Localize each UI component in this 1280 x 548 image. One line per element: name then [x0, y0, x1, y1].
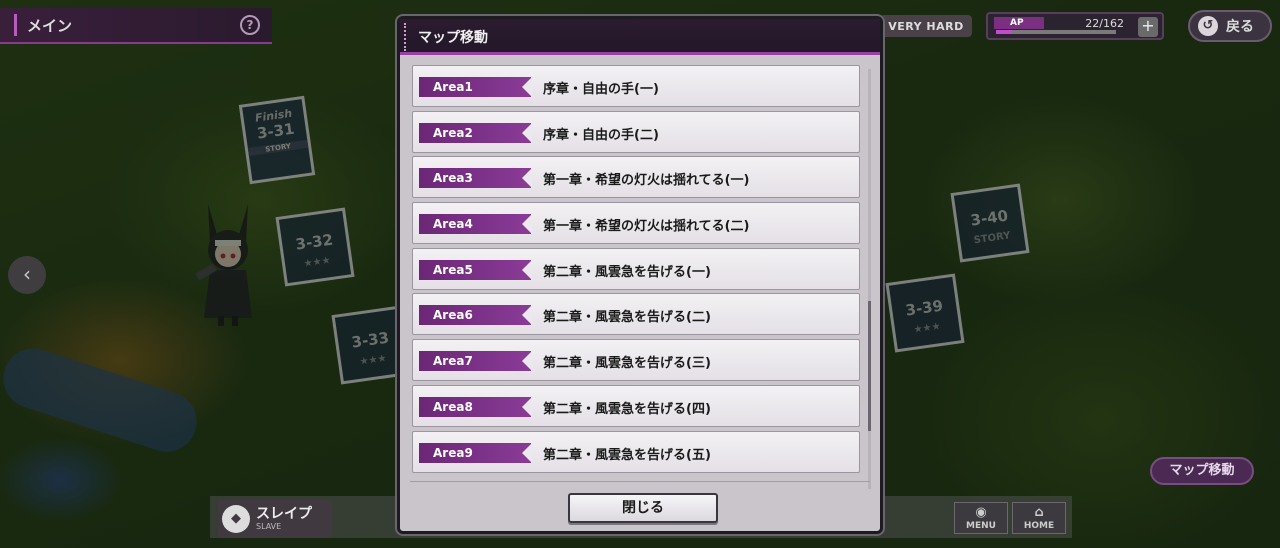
area-row[interactable]: Area6 第二章・風雲急を告げる(二)	[412, 293, 860, 336]
help-icon[interactable]: ?	[240, 15, 260, 35]
area-name: 第一章・希望の灯火は揺れてる(一)	[543, 173, 750, 189]
ap-plus-button[interactable]: +	[1138, 17, 1158, 37]
close-button[interactable]: 閉じる	[568, 493, 718, 523]
area-name: 第二章・風雲急を告げる(二)	[543, 310, 711, 326]
dialog-title: マップ移動	[418, 30, 488, 46]
area-row[interactable]: Area9 第二章・風雲急を告げる(五)	[412, 430, 860, 473]
ap-label: AP	[994, 17, 1044, 29]
map-move-button[interactable]: マップ移動	[1150, 457, 1254, 485]
area-row[interactable]: Area7 第二章・風雲急を告げる(三)	[412, 339, 860, 382]
back-arrow-icon: ↺	[1198, 16, 1218, 36]
home-button[interactable]: ⌂ HOME	[1012, 502, 1066, 534]
divider	[410, 481, 870, 482]
area-name: 第二章・風雲急を告げる(五)	[543, 447, 711, 463]
area-name: 第一章・希望の灯火は揺れてる(二)	[543, 219, 750, 235]
area-row[interactable]: Area4 第一章・希望の灯火は揺れてる(二)	[412, 202, 860, 245]
menu-button[interactable]: ◉ MENU	[954, 502, 1008, 534]
map-move-dialog: マップ移動 Area1 序章・自由の手(一) Area2 序章・自由の手(二) Area…	[397, 16, 883, 534]
area-tag: Area7	[419, 351, 532, 372]
header-accent	[14, 14, 17, 36]
area-row[interactable]: Area8 第二章・風雲急を告げる(四)	[412, 384, 860, 427]
area-tag: Area4	[419, 214, 532, 235]
chevron-left-icon[interactable]: ‹	[8, 256, 46, 294]
area-name: 第二章・風雲急を告げる(一)	[543, 264, 711, 280]
area-row[interactable]: Area3 第一章・希望の灯火は揺れてる(一)	[412, 156, 860, 199]
menu-label: MENU	[966, 521, 996, 531]
area-name: 序章・自由の手(一)	[543, 82, 659, 97]
difficulty-badge: VERY HARD	[880, 15, 972, 37]
ap-bar-fill	[996, 30, 1013, 34]
area-tag: Area9	[419, 442, 532, 463]
back-button[interactable]: ↺ 戻る	[1188, 10, 1272, 42]
area-tag: Area6	[419, 305, 532, 326]
area-list: Area1 序章・自由の手(一) Area2 序章・自由の手(二) Area3 第一章・希…	[412, 65, 866, 493]
area-name: 序章・自由の手(二)	[543, 127, 659, 143]
scrollbar[interactable]	[868, 69, 871, 489]
area-name: 第二章・風雲急を告げる(四)	[543, 401, 711, 417]
ap-bar	[996, 30, 1116, 34]
back-label: 戻る	[1226, 19, 1254, 35]
shield-icon: ◆	[222, 505, 250, 533]
area-row[interactable]: Area1 序章・自由の手(一)	[412, 65, 860, 107]
area-row[interactable]: Area5 第二章・風雲急を告げる(一)	[412, 247, 860, 290]
slave-sublabel: SLAVE	[256, 522, 282, 531]
dialog-header: マップ移動	[400, 19, 880, 55]
area-tag: Area1	[419, 77, 532, 97]
area-tag: Area8	[419, 396, 532, 417]
slave-label: スレイプ	[256, 506, 312, 522]
area-tag: Area5	[419, 259, 532, 280]
home-label: HOME	[1023, 521, 1055, 531]
page-header: メイン ?	[0, 8, 272, 44]
area-tag: Area3	[419, 168, 532, 189]
area-name: 第二章・風雲急を告げる(三)	[543, 356, 711, 372]
scrollbar-thumb[interactable]	[868, 301, 871, 431]
home-icon: ⌂	[1034, 505, 1044, 520]
ap-gauge: AP 22/162 +	[986, 12, 1164, 40]
eye-icon: ◉	[975, 505, 987, 520]
ap-value: 22/162	[1085, 17, 1124, 30]
area-tag: Area2	[419, 122, 532, 143]
page-title: メイン	[27, 16, 73, 35]
chain-icon	[404, 23, 412, 51]
area-row[interactable]: Area2 序章・自由の手(二)	[412, 110, 860, 153]
slave-button[interactable]: ◆ スレイプ SLAVE	[218, 500, 332, 538]
